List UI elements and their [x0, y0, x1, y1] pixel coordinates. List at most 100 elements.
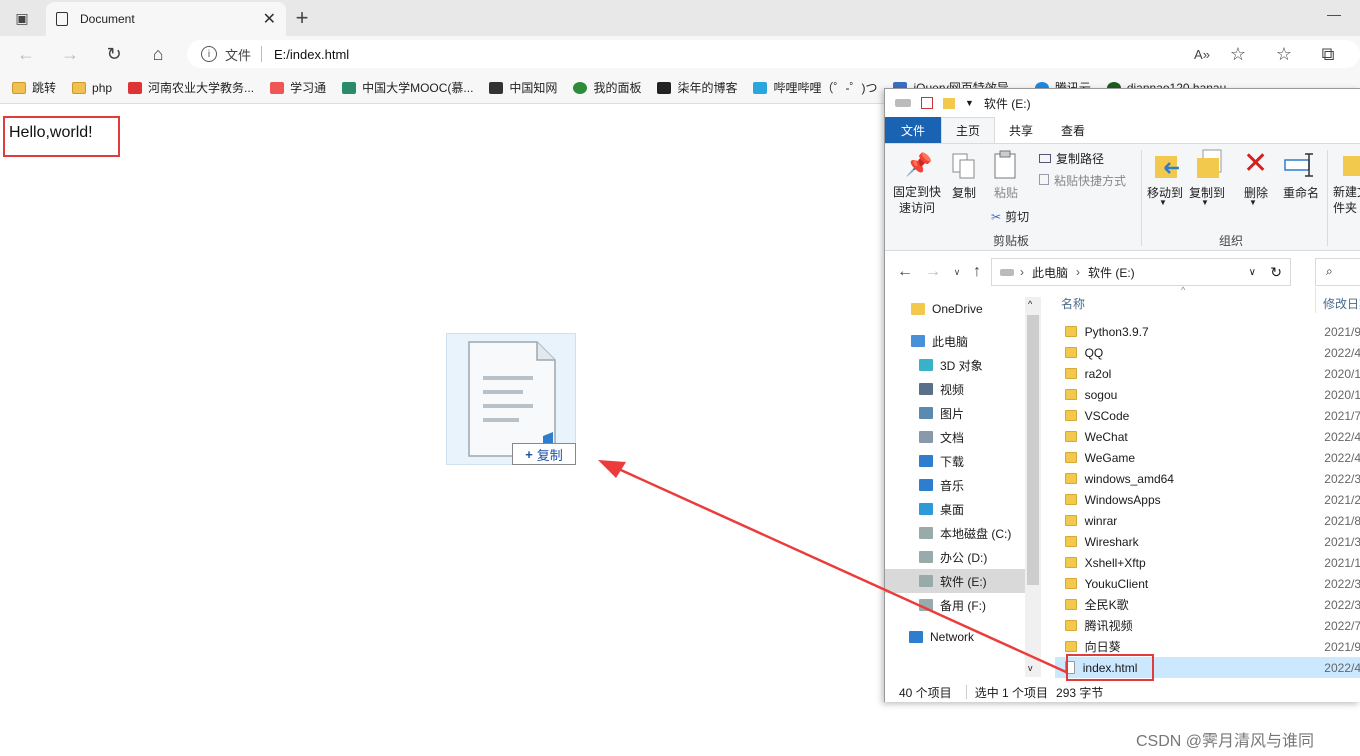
- refresh-icon[interactable]: ↻: [1270, 264, 1282, 281]
- copy-path-icon: [1039, 154, 1051, 163]
- new-folder-icon[interactable]: [1341, 150, 1360, 178]
- copy-button[interactable]: 复制: [947, 184, 981, 201]
- nav-item-drive-c[interactable]: 本地磁盘 (C:): [885, 521, 1025, 545]
- rename-button[interactable]: 重命名: [1281, 184, 1321, 201]
- refresh-icon[interactable]: ↻: [102, 42, 126, 66]
- bookmark-item[interactable]: 河南农业大学教务...: [128, 79, 254, 96]
- paste-icon[interactable]: [993, 150, 1019, 180]
- address-bar[interactable]: i 文件 E:/index.html: [187, 40, 1360, 68]
- file-row[interactable]: Wireshark 2021/3: [1055, 531, 1360, 552]
- bookmark-label: 柒年的博客: [677, 81, 738, 95]
- tab-actions-icon[interactable]: ▣: [10, 6, 34, 30]
- nav-item-onedrive[interactable]: OneDrive: [885, 297, 1025, 321]
- move-to-icon[interactable]: [1153, 150, 1181, 180]
- copy-to-icon[interactable]: [1195, 148, 1223, 180]
- paste-button[interactable]: 粘贴: [989, 184, 1023, 201]
- nav-item-drive-d[interactable]: 办公 (D:): [885, 545, 1025, 569]
- bookmark-item[interactable]: 学习通: [270, 79, 326, 96]
- file-row[interactable]: QQ 2022/4: [1055, 342, 1360, 363]
- bookmark-item[interactable]: 中国大学MOOC(慕...: [342, 79, 473, 96]
- file-row[interactable]: winrar 2021/8: [1055, 510, 1360, 531]
- bookmark-item[interactable]: 柒年的博客: [657, 79, 737, 96]
- nav-item-label: 文档: [940, 430, 965, 445]
- file-row[interactable]: WindowsApps 2021/2: [1055, 489, 1360, 510]
- favorite-add-icon[interactable]: ☆: [1226, 42, 1250, 66]
- nav-item-pictures[interactable]: 图片: [885, 401, 1025, 425]
- nav-item-3d-objects[interactable]: 3D 对象: [885, 353, 1025, 377]
- bookmark-item[interactable]: php: [72, 81, 112, 95]
- file-row[interactable]: Xshell+Xftp 2021/1: [1055, 552, 1360, 573]
- nav-item-network[interactable]: Network: [885, 625, 1025, 649]
- tab-file[interactable]: 文件: [885, 117, 942, 143]
- watermark: CSDN @霁月清风与谁同: [1136, 733, 1315, 750]
- copy-icon[interactable]: [951, 152, 977, 180]
- file-row[interactable]: windows_amd64 2022/3: [1055, 468, 1360, 489]
- chevron-down-icon[interactable]: ▼: [965, 98, 974, 108]
- bookmark-item[interactable]: 中国知网: [489, 79, 557, 96]
- forward-icon[interactable]: →: [921, 260, 945, 284]
- new-folder-button[interactable]: 新建文件夹: [1333, 184, 1360, 216]
- nav-item-documents[interactable]: 文档: [885, 425, 1025, 449]
- site-icon: [573, 81, 588, 94]
- file-row[interactable]: sogou 2020/1: [1055, 384, 1360, 405]
- cut-button-row[interactable]: ✂ 剪切: [991, 208, 1029, 225]
- nav-item-this-pc[interactable]: 此电脑: [885, 329, 1025, 353]
- file-row[interactable]: ra2ol 2020/1: [1055, 363, 1360, 384]
- nav-item-downloads[interactable]: 下载: [885, 449, 1025, 473]
- close-tab-icon[interactable]: ✕: [263, 9, 276, 29]
- file-row[interactable]: YoukuClient 2022/3: [1055, 573, 1360, 594]
- bookmark-item[interactable]: 哔哩哔哩（゜-゜)つ: [753, 79, 877, 96]
- nav-item-drive-f[interactable]: 备用 (F:): [885, 593, 1025, 617]
- chevron-down-icon[interactable]: ∨: [1249, 267, 1256, 278]
- address-url[interactable]: E:/index.html: [274, 47, 349, 62]
- copy-path-button[interactable]: 复制路径: [1039, 150, 1104, 167]
- nav-item-drive-e[interactable]: 软件 (E:): [885, 569, 1025, 593]
- bookmark-label: 我的面板: [593, 81, 642, 95]
- file-row[interactable]: Python3.9.7 2021/9: [1055, 321, 1360, 342]
- breadcrumb-this-pc[interactable]: 此电脑: [1032, 264, 1068, 281]
- search-input[interactable]: ⌕: [1315, 258, 1360, 286]
- chevron-down-icon[interactable]: ▼: [1201, 198, 1209, 207]
- pin-quick-access-button[interactable]: 固定到快速访问: [891, 184, 943, 216]
- breadcrumb-drive[interactable]: 软件 (E:): [1088, 264, 1135, 281]
- file-row[interactable]: WeChat 2022/4: [1055, 426, 1360, 447]
- tab-home[interactable]: 主页: [941, 117, 996, 143]
- new-tab-icon[interactable]: +: [290, 5, 314, 30]
- favorites-icon[interactable]: ☆: [1272, 42, 1296, 66]
- info-icon[interactable]: i: [201, 46, 217, 62]
- tab-share[interactable]: 共享: [995, 117, 1047, 143]
- file-row[interactable]: 腾讯视频 2022/7: [1055, 615, 1360, 636]
- rename-icon[interactable]: [1283, 150, 1317, 180]
- back-icon[interactable]: ←: [893, 260, 917, 284]
- bookmark-item[interactable]: 跳转: [12, 79, 56, 96]
- nav-scrollbar-thumb[interactable]: [1027, 315, 1039, 585]
- pin-icon[interactable]: 📌: [905, 152, 932, 178]
- chevron-down-icon[interactable]: ▼: [1159, 198, 1167, 207]
- file-row[interactable]: WeGame 2022/4: [1055, 447, 1360, 468]
- home-icon[interactable]: ⌂: [146, 42, 170, 66]
- bookmark-item[interactable]: 我的面板: [573, 79, 641, 96]
- paste-shortcut-button[interactable]: 粘贴快捷方式: [1039, 172, 1126, 189]
- minimize-icon[interactable]: —: [1322, 2, 1346, 26]
- file-row[interactable]: 全民K歌 2022/3: [1055, 594, 1360, 615]
- tab-view[interactable]: 查看: [1047, 117, 1099, 143]
- up-icon[interactable]: ↑: [965, 260, 989, 284]
- chevron-down-icon[interactable]: ▼: [1249, 198, 1257, 207]
- file-row[interactable]: VSCode 2021/7: [1055, 405, 1360, 426]
- folder-icon[interactable]: [943, 97, 955, 109]
- nav-item-music[interactable]: 音乐: [885, 473, 1025, 497]
- read-aloud-icon[interactable]: A»: [1190, 42, 1214, 66]
- browser-tab[interactable]: Document ✕: [46, 2, 286, 36]
- properties-icon[interactable]: [921, 97, 933, 109]
- scroll-down-icon[interactable]: v: [1028, 663, 1033, 673]
- path-box[interactable]: › 此电脑 › 软件 (E:) ∨ ↻: [991, 258, 1291, 286]
- page-hello-text: Hello,world!: [3, 116, 120, 157]
- scroll-up-icon[interactable]: ^: [1028, 299, 1032, 309]
- collections-icon[interactable]: ⧉: [1316, 42, 1340, 66]
- back-icon[interactable]: ←: [14, 42, 38, 66]
- nav-item-desktop[interactable]: 桌面: [885, 497, 1025, 521]
- browser-tab-bar: ▣ Document ✕ + —: [0, 0, 1360, 36]
- nav-item-videos[interactable]: 视频: [885, 377, 1025, 401]
- forward-icon[interactable]: →: [58, 42, 82, 66]
- delete-icon[interactable]: ✕: [1243, 146, 1268, 181]
